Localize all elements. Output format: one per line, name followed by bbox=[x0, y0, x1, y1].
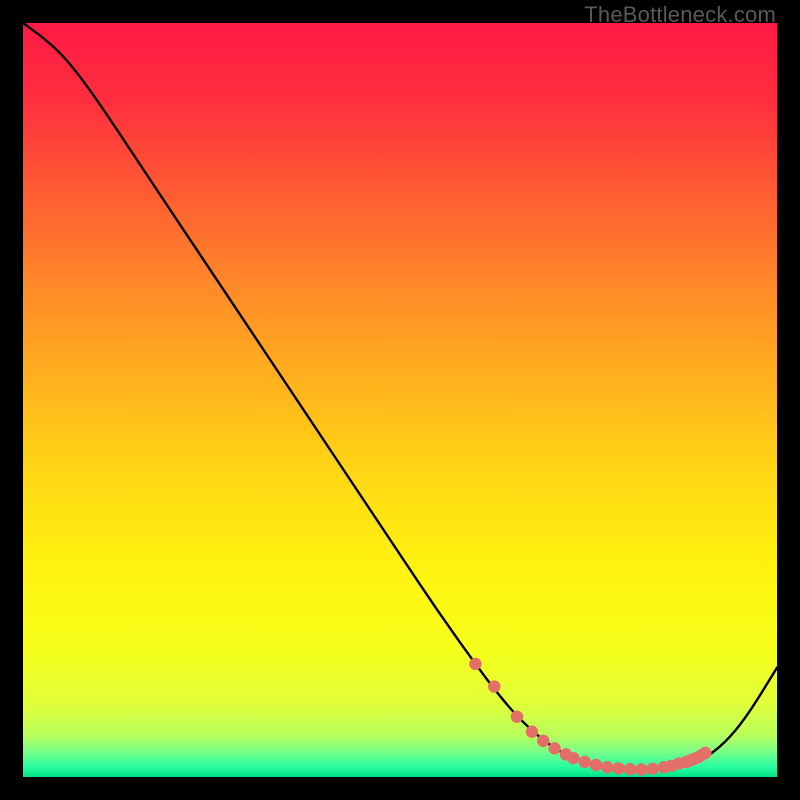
data-point bbox=[567, 752, 579, 764]
data-point bbox=[635, 763, 647, 775]
data-point bbox=[488, 680, 500, 692]
chart-stage: TheBottleneck.com bbox=[0, 0, 800, 800]
data-point bbox=[601, 761, 613, 773]
data-point bbox=[612, 762, 624, 774]
data-point bbox=[511, 710, 523, 722]
plot-area bbox=[23, 23, 777, 777]
chart-svg bbox=[23, 23, 777, 777]
data-point bbox=[699, 747, 711, 759]
data-point bbox=[646, 763, 658, 775]
data-point bbox=[526, 726, 538, 738]
data-point bbox=[537, 735, 549, 747]
data-point bbox=[548, 742, 560, 754]
gradient-background bbox=[23, 23, 777, 777]
data-point bbox=[624, 763, 636, 775]
data-point bbox=[590, 759, 602, 771]
data-point bbox=[579, 756, 591, 768]
data-point bbox=[469, 658, 481, 670]
